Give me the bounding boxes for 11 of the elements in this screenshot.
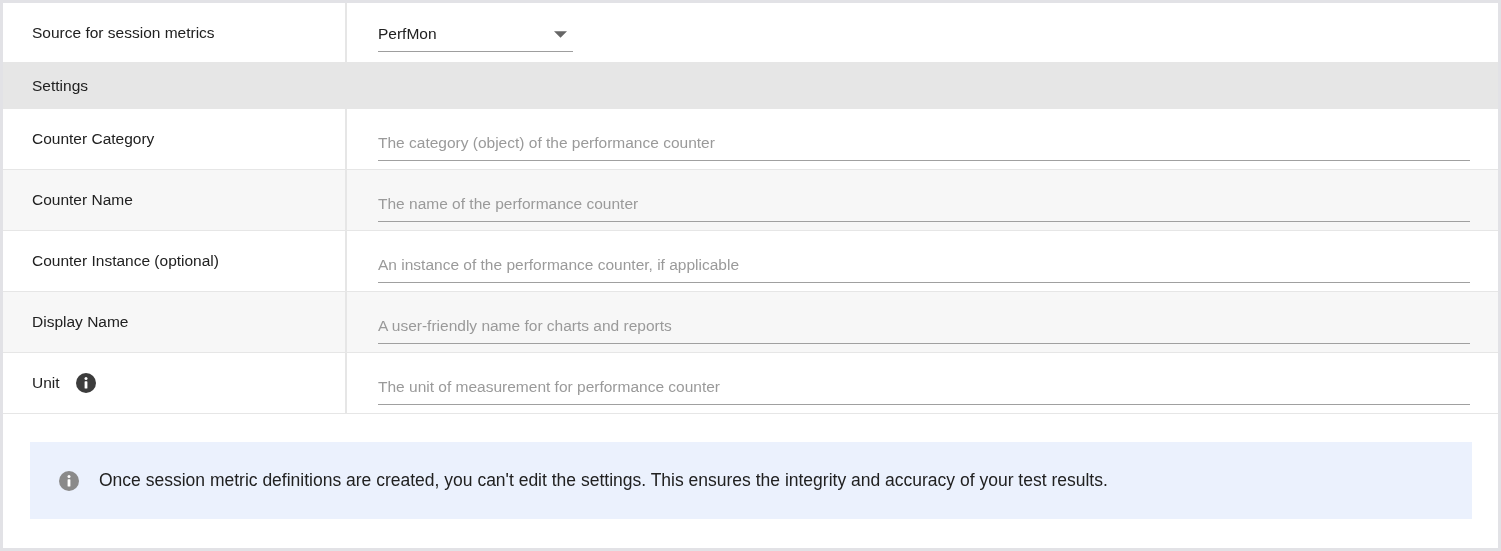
info-message: Once session metric definitions are created, you can't edit the settings. This ensures the integrity and accuracy of your test results. <box>99 470 1108 491</box>
field-label: Unit <box>32 374 60 392</box>
info-icon <box>59 470 79 491</box>
section-header: Settings <box>3 62 1498 109</box>
field-label: Counter Instance (optional) <box>32 252 219 270</box>
caret-icon <box>554 30 567 38</box>
field-label: Source for session metrics <box>32 23 215 42</box>
field-label: Counter Name <box>32 191 133 209</box>
field-label: Counter Category <box>32 130 155 148</box>
source-dropdown[interactable]: PerfMon <box>378 17 573 52</box>
field-label: Display Name <box>32 313 129 331</box>
